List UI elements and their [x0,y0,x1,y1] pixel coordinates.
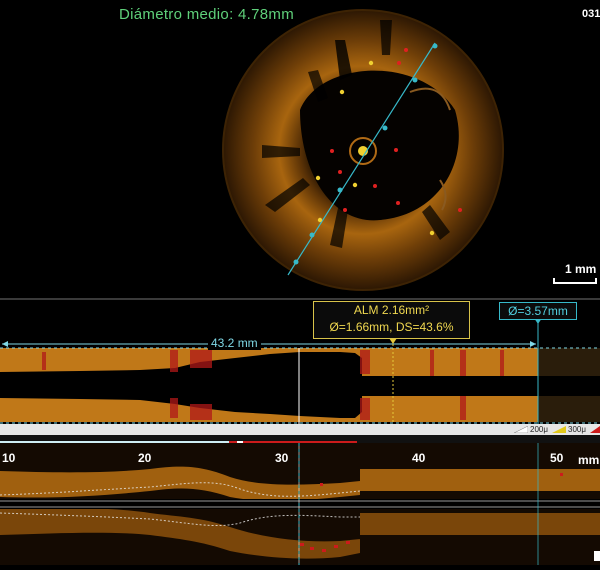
axis-unit-label: mm [578,453,600,467]
scale-bar [553,278,597,284]
longitudinal-oct-image [0,443,600,565]
alm-title: ALM 2.16mm² [353,303,430,317]
cross-section-view[interactable] [0,0,600,297]
axis-tick-label: 10 [2,451,16,465]
alm-detail: Ø=1.66mm, DS=43.6% [329,320,454,334]
legend-triangle-icon [590,426,600,433]
mean-diameter-label: Diámetro medio: 4.78mm [119,6,294,23]
longitudinal-oct-view[interactable] [0,443,600,565]
legend-triangle-icon [514,426,528,433]
cross-section-image [222,9,504,291]
axis-tick-label: 50 [550,451,564,465]
axis-tick-label: 30 [275,451,289,465]
lesion-length-label: 43.2 mm [208,336,261,350]
scale-bar-label: 1 mm [565,262,597,276]
strut-legend-bar: 200μ 300μ [0,424,600,435]
frame-number: 031 [582,8,600,20]
legend-200-label: 200μ [530,425,548,434]
reference-diameter-box[interactable]: Ø=3.57mm [499,302,577,320]
minimum-lumen-area-box[interactable]: ALM 2.16mm² Ø=1.66mm, DS=43.6% [313,301,470,339]
legend-300-label: 300μ [568,425,586,434]
axis-tick-label: 20 [138,451,152,465]
legend-triangle-icon [552,426,566,433]
stent-coverage-strip [0,435,600,446]
axis-tick-label: 40 [412,451,426,465]
